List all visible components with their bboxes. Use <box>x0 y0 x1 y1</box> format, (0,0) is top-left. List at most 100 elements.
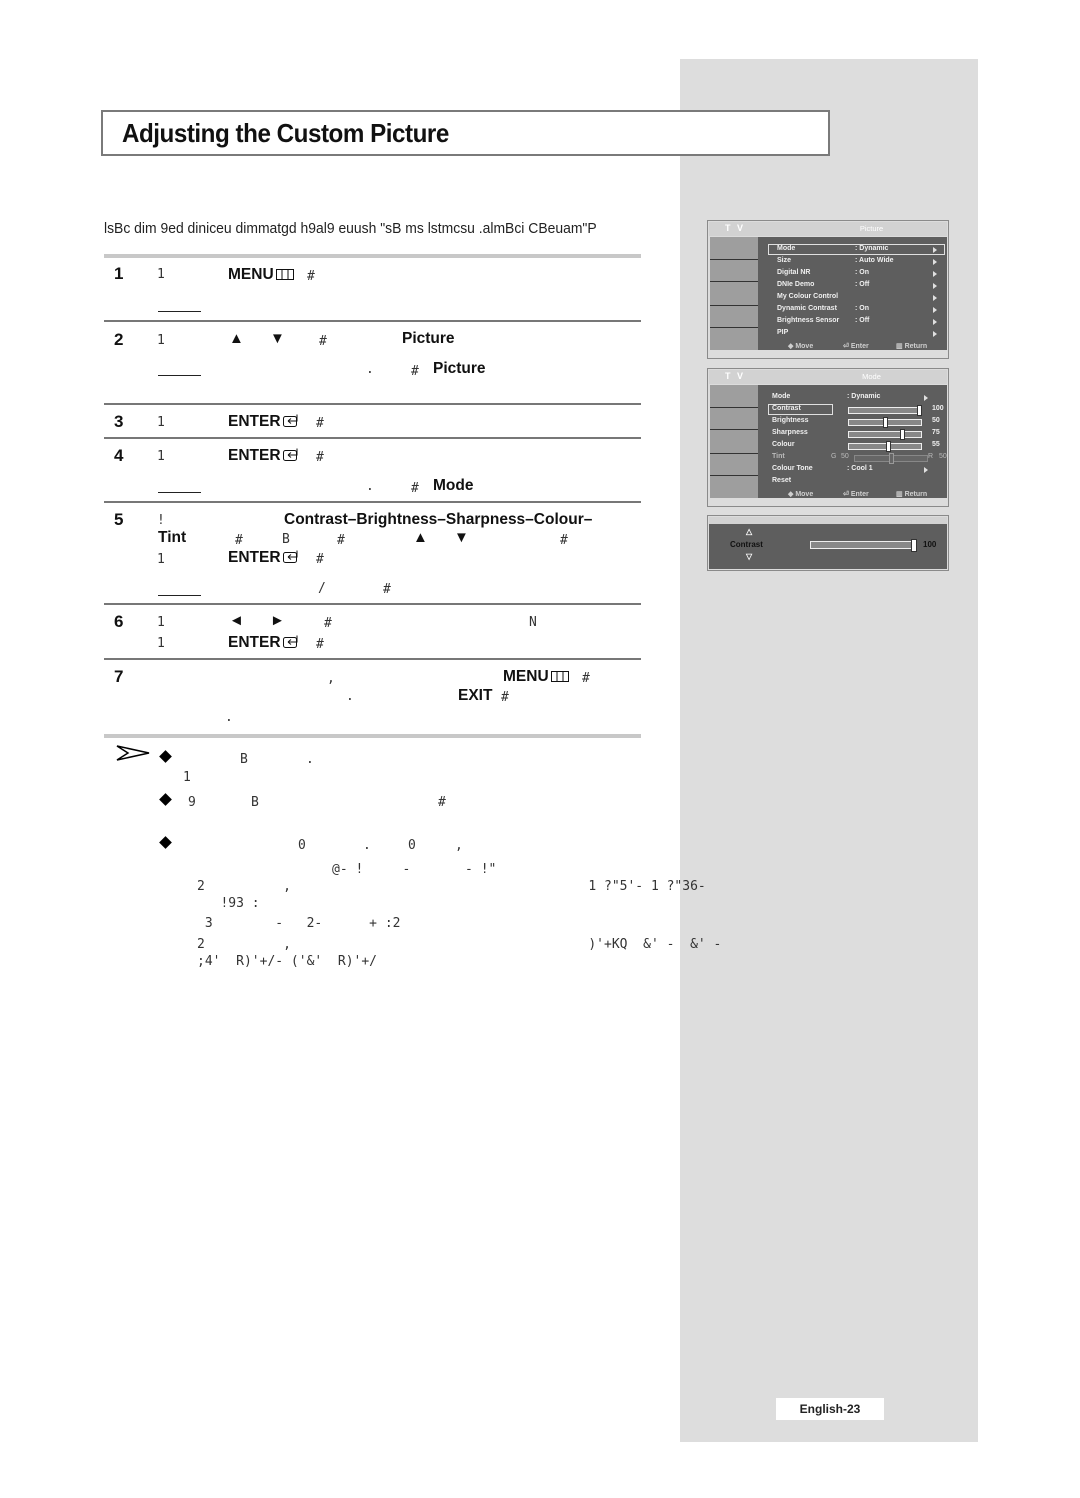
step-text: 1 <box>157 333 165 348</box>
slider-track[interactable] <box>848 429 922 440</box>
osd-contrast-adjust: △ Contrast ▽ 100 <box>707 515 949 571</box>
osd-brand: T V <box>725 223 746 233</box>
step-text: # <box>319 334 327 349</box>
contrast-label: Contrast <box>730 540 763 549</box>
submenu-arrow-icon <box>933 271 937 277</box>
enter-icon <box>282 550 298 563</box>
step-text: 1 <box>157 552 165 567</box>
osd-tab-strip <box>710 237 758 350</box>
submenu-arrow-icon <box>933 295 937 301</box>
slider-value: 50 <box>932 417 940 424</box>
menu-item-value: : On <box>855 269 869 276</box>
submenu-arrow-icon <box>933 331 937 337</box>
page-number: English-23 <box>776 1398 884 1420</box>
osd-body: Mode: Dynamic Size: Auto Wide Digital NR: … <box>758 237 947 350</box>
divider <box>104 658 641 660</box>
submenu-arrow-icon <box>933 283 937 289</box>
tint-label: Tint <box>158 529 187 546</box>
bullet-icon <box>159 836 172 849</box>
step-text: # <box>501 690 509 705</box>
slider-knob[interactable] <box>886 441 891 452</box>
step-number: 5 <box>114 510 124 529</box>
menu-item-label[interactable]: DNIe Demo <box>777 281 814 288</box>
note-text: 0 <box>408 838 416 853</box>
enter-key-label: ENTER <box>228 413 301 431</box>
contrast-slider[interactable] <box>810 539 917 552</box>
underline <box>158 375 201 376</box>
divider <box>104 501 641 503</box>
osd-mode-menu: T V Mode Mode : Dynamic Contrast 100 Brigh… <box>707 368 949 507</box>
enter-icon <box>282 635 298 648</box>
tint-r-value: 50 <box>939 453 947 460</box>
exit-key-label: EXIT <box>458 687 493 704</box>
note-text: # <box>438 795 446 810</box>
enter-icon <box>282 448 298 461</box>
step-text: # <box>324 616 332 631</box>
bullet-icon <box>159 750 172 763</box>
menu-item-value: : Dynamic <box>855 245 889 252</box>
slider-label: Sharpness <box>772 429 808 436</box>
slider-track[interactable] <box>848 405 922 416</box>
mode-value: : Dynamic <box>847 393 881 400</box>
slider-knob[interactable] <box>911 539 917 552</box>
up-arrow-icon: ▲ <box>413 529 428 546</box>
step-text: # <box>235 533 243 548</box>
mode-label: Mode <box>433 477 474 494</box>
step-text: # <box>316 450 324 465</box>
up-triangle-icon[interactable]: △ <box>746 527 752 536</box>
step-number: 3 <box>114 412 124 431</box>
note-text: . <box>363 838 371 853</box>
divider <box>104 320 641 322</box>
menu-icon <box>550 671 569 682</box>
menu-item-label[interactable]: Mode <box>777 245 795 252</box>
menu-item-label[interactable]: PIP <box>777 329 788 336</box>
menu-icon <box>275 269 294 280</box>
step-text: # <box>316 637 324 652</box>
colour-tone-label: Colour Tone <box>772 465 813 472</box>
footer-enter: ⏎ Enter <box>843 491 869 498</box>
footer-enter: ⏎ Enter <box>843 343 869 350</box>
step-number: 1 <box>114 264 124 283</box>
footer-return: ▥ Return <box>896 343 928 350</box>
page-title: Adjusting the Custom Picture <box>122 118 449 148</box>
reset-item[interactable]: Reset <box>772 477 791 484</box>
slider-label: Colour <box>772 441 795 448</box>
up-arrow-icon: ▲ <box>229 330 244 347</box>
menu-key-label: MENU <box>503 668 569 686</box>
osd-body: Mode : Dynamic Contrast 100 Brightness 50 Sh… <box>758 385 947 498</box>
submenu-arrow-icon <box>933 247 937 253</box>
slider-knob[interactable] <box>883 417 888 428</box>
down-triangle-icon[interactable]: ▽ <box>746 552 752 561</box>
tint-r-label: R <box>928 453 934 460</box>
osd-tab-strip <box>710 385 758 498</box>
slider-knob[interactable] <box>889 453 894 464</box>
menu-item-label[interactable]: Brightness Sensor <box>777 317 839 324</box>
bullet-icon <box>159 793 172 806</box>
slider-knob[interactable] <box>917 405 922 416</box>
osd-body: △ Contrast ▽ 100 <box>709 524 947 569</box>
underline <box>158 595 201 596</box>
submenu-arrow-icon <box>933 259 937 265</box>
step-text: # <box>316 552 324 567</box>
tint-label: Tint <box>772 453 785 460</box>
step-text: # <box>337 533 345 548</box>
slider-track[interactable] <box>848 417 922 428</box>
slider-label: Contrast <box>772 405 801 412</box>
tint-slider[interactable] <box>854 453 928 464</box>
slider-track[interactable] <box>848 441 922 452</box>
enter-key-label: ENTER <box>228 634 301 652</box>
footer-move: ◆ Move <box>788 343 814 350</box>
menu-key-label: MENU <box>228 266 294 284</box>
step-number: 6 <box>114 612 124 631</box>
left-arrow-icon: ◄ <box>229 612 244 629</box>
menu-item-label[interactable]: My Colour Control <box>777 293 838 300</box>
slider-knob[interactable] <box>900 429 905 440</box>
menu-item-label[interactable]: Dynamic Contrast <box>777 305 837 312</box>
note-text: 0 <box>298 838 306 853</box>
menu-item-label[interactable]: Digital NR <box>777 269 810 276</box>
divider <box>104 437 641 439</box>
menu-item-label[interactable]: Size <box>777 257 791 264</box>
note-text: 9 <box>188 795 196 810</box>
divider <box>104 403 641 405</box>
step-text: # <box>582 671 590 686</box>
